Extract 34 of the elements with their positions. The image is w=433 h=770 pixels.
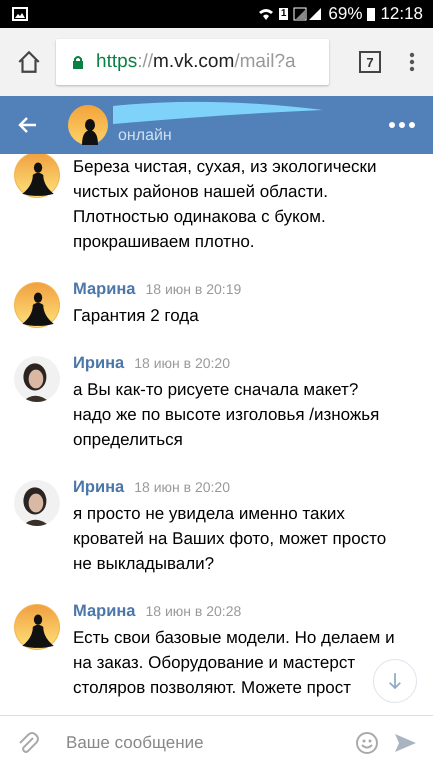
message-text: я просто не увидела именно таких кроватей на Ваших фото, может просто не выкладывали? (73, 503, 386, 575)
author-name[interactable]: Марина (73, 602, 136, 621)
author-name[interactable]: Ирина (73, 354, 124, 373)
battery-percent: 69% (328, 4, 362, 24)
author-name[interactable]: Марина (73, 280, 136, 299)
message-time: 18 июн в 20:28 (146, 603, 242, 619)
message-text: Береза чистая, сухая, из экологически чистых районов нашей области. Плотностью одинакова с буком. прокрашиваем плотно. (73, 156, 376, 253)
url-field[interactable]: https://m.vk.com/mail?a (56, 39, 329, 85)
tab-count-button[interactable]: 7 (359, 51, 381, 73)
message-time: 18 июн в 20:19 (146, 281, 242, 297)
avatar (68, 105, 108, 145)
message-input[interactable]: Ваше сообщение (64, 732, 341, 754)
menu-icon[interactable] (409, 52, 415, 72)
wifi-icon (258, 7, 274, 21)
message-time: 18 июн в 20:20 (134, 479, 230, 495)
message-text: Гарантия 2 года (73, 305, 200, 327)
message-time: 18 июн в 20:20 (134, 355, 230, 371)
battery-icon (367, 7, 376, 21)
sim-label: 1 (278, 8, 288, 20)
arrow-down-icon (388, 672, 402, 690)
message-text: а Вы как-то рисуете сначала макет? надо же по высоте изголовья /изножья определиться (73, 379, 380, 451)
more-icon[interactable] (389, 122, 415, 128)
avatar[interactable] (14, 154, 60, 198)
back-icon[interactable] (18, 115, 38, 135)
home-icon[interactable] (16, 49, 42, 75)
avatar[interactable] (14, 604, 60, 650)
avatar[interactable] (14, 282, 60, 328)
clock: 12:18 (380, 4, 423, 24)
author-name[interactable]: Ирина (73, 478, 124, 497)
online-status: онлайн (118, 127, 172, 145)
image-icon (12, 7, 28, 21)
signal-icon (293, 7, 324, 21)
lock-icon (72, 55, 84, 69)
message-text: Есть свои базовые модели. Но делаем и на заказ. Оборудование и мастерст столяров позволяют. Можете прост (73, 627, 395, 699)
